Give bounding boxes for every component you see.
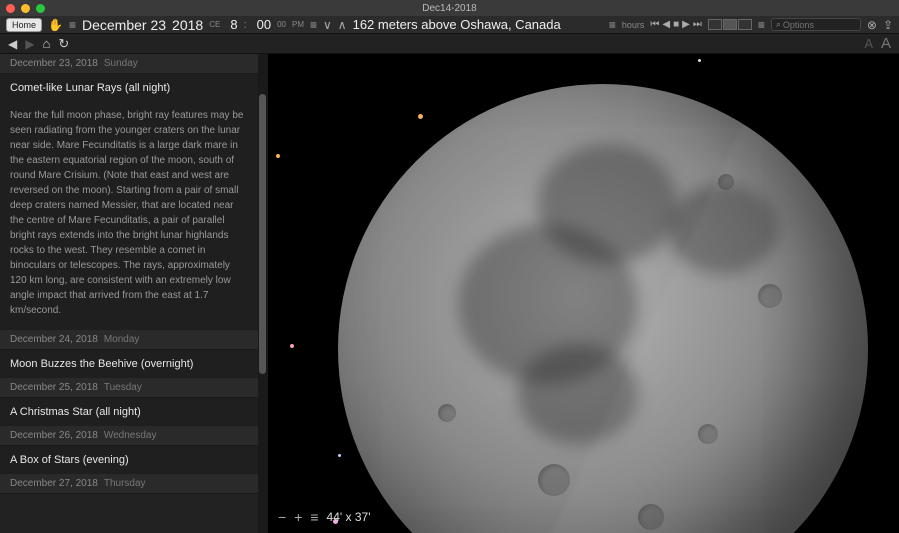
time-ampm: PM bbox=[292, 20, 304, 29]
time-seconds: 00 bbox=[277, 20, 286, 29]
event-day: Thursday bbox=[104, 478, 146, 489]
nav-forward-button[interactable]: ▶ bbox=[25, 37, 34, 51]
date-year[interactable]: 2018 bbox=[172, 17, 203, 33]
event-day: Monday bbox=[104, 334, 140, 345]
search-box[interactable]: ⌕ bbox=[771, 18, 861, 31]
event-date: December 27, 2018 bbox=[10, 478, 98, 489]
zoom-window-button[interactable] bbox=[36, 4, 45, 13]
event-date: December 25, 2018 bbox=[10, 382, 98, 393]
star bbox=[290, 344, 294, 348]
time-minute[interactable]: 00 bbox=[257, 17, 271, 32]
chevron-down-icon[interactable]: ∨ bbox=[323, 18, 332, 32]
list-icon[interactable]: ≡ bbox=[310, 18, 317, 32]
event-description: Near the full moon phase, bright ray fea… bbox=[0, 102, 258, 330]
sky-viewer[interactable]: − + ≡ 44' x 37' bbox=[268, 54, 899, 533]
moon-terminator bbox=[338, 84, 868, 533]
event-title[interactable]: Comet-like Lunar Rays (all night) bbox=[0, 74, 258, 102]
event-day: Sunday bbox=[104, 58, 138, 69]
home-button[interactable]: Home bbox=[6, 18, 42, 32]
view-mode-2[interactable] bbox=[723, 19, 737, 30]
step-back-icon[interactable]: ◀ bbox=[662, 19, 670, 30]
skip-back-icon[interactable]: ⏮ bbox=[650, 19, 659, 30]
date-month-day[interactable]: December 23 bbox=[82, 17, 166, 33]
fov-menu-icon[interactable]: ≡ bbox=[310, 509, 318, 525]
stop-icon[interactable]: ■ bbox=[673, 19, 679, 30]
zoom-in-button[interactable]: + bbox=[294, 509, 302, 525]
star bbox=[276, 154, 280, 158]
event-date: December 24, 2018 bbox=[10, 334, 98, 345]
menu-icon[interactable]: ≡ bbox=[69, 18, 76, 32]
star bbox=[698, 59, 701, 62]
step-label: hours bbox=[622, 20, 645, 30]
star bbox=[418, 114, 423, 119]
event-title[interactable]: Moon Buzzes the Beehive (overnight) bbox=[0, 350, 258, 378]
zoom-out-button[interactable]: − bbox=[278, 509, 286, 525]
fov-control: − + ≡ 44' x 37' bbox=[278, 509, 371, 525]
hand-tool-icon[interactable]: ✋ bbox=[48, 18, 63, 32]
window-titlebar: Dec14-2018 bbox=[0, 0, 899, 16]
event-date-header: December 23, 2018 Sunday bbox=[0, 54, 258, 74]
text-size-small[interactable]: A bbox=[864, 36, 873, 51]
content-area: December 23, 2018 Sunday Comet-like Lunar… bbox=[0, 54, 899, 533]
view-extra-icon[interactable]: ≡ bbox=[758, 18, 765, 32]
share-icon[interactable]: ⇪ bbox=[883, 18, 893, 32]
view-mode-buttons bbox=[708, 19, 752, 30]
sidebar-scrollbar[interactable] bbox=[258, 54, 268, 533]
event-title[interactable]: A Box of Stars (evening) bbox=[0, 446, 258, 474]
time-hour[interactable]: 8 bbox=[230, 17, 237, 32]
window-title: Dec14-2018 bbox=[422, 3, 476, 14]
minimize-window-button[interactable] bbox=[21, 4, 30, 13]
text-size-large[interactable]: A bbox=[881, 35, 891, 52]
clear-icon[interactable]: ⊗ bbox=[867, 18, 877, 32]
view-mode-3[interactable] bbox=[738, 19, 752, 30]
search-input[interactable] bbox=[783, 20, 843, 30]
event-title[interactable]: A Christmas Star (all night) bbox=[0, 398, 258, 426]
skip-forward-icon[interactable]: ⏭ bbox=[693, 19, 702, 30]
event-date-header: December 27, 2018 Thursday bbox=[0, 474, 258, 494]
playback-controls: ⏮ ◀ ■ ▶ ⏭ bbox=[650, 19, 701, 30]
scrollbar-thumb[interactable] bbox=[259, 94, 266, 374]
event-date: December 26, 2018 bbox=[10, 430, 98, 441]
search-icon: ⌕ bbox=[776, 19, 781, 30]
events-sidebar[interactable]: December 23, 2018 Sunday Comet-like Lunar… bbox=[0, 54, 258, 533]
fov-label: 44' x 37' bbox=[327, 510, 371, 524]
chevron-up-icon[interactable]: ∧ bbox=[338, 18, 347, 32]
event-day: Wednesday bbox=[104, 430, 157, 441]
nav-back-button[interactable]: ◀ bbox=[8, 37, 17, 51]
sub-toolbar: ◀ ▶ ⌂ ↻ A A bbox=[0, 34, 899, 54]
main-toolbar: Home ✋ ≡ December 23 2018 CE 8:00 00 PM … bbox=[0, 16, 899, 34]
location-label[interactable]: 162 meters above Oshawa, Canada bbox=[353, 17, 561, 32]
step-forward-icon[interactable]: ▶ bbox=[682, 19, 690, 30]
event-date-header: December 26, 2018 Wednesday bbox=[0, 426, 258, 446]
close-window-button[interactable] bbox=[6, 4, 15, 13]
event-date: December 23, 2018 bbox=[10, 58, 98, 69]
traffic-lights bbox=[6, 4, 45, 13]
event-date-header: December 24, 2018 Monday bbox=[0, 330, 258, 350]
star bbox=[338, 454, 341, 457]
event-day: Tuesday bbox=[104, 382, 142, 393]
reload-icon[interactable]: ↻ bbox=[58, 36, 69, 52]
date-era: CE bbox=[209, 20, 220, 29]
event-date-header: December 25, 2018 Tuesday bbox=[0, 378, 258, 398]
home-icon[interactable]: ⌂ bbox=[42, 36, 50, 51]
view-mode-1[interactable] bbox=[708, 19, 722, 30]
settings-menu-icon[interactable]: ≡ bbox=[609, 18, 616, 32]
